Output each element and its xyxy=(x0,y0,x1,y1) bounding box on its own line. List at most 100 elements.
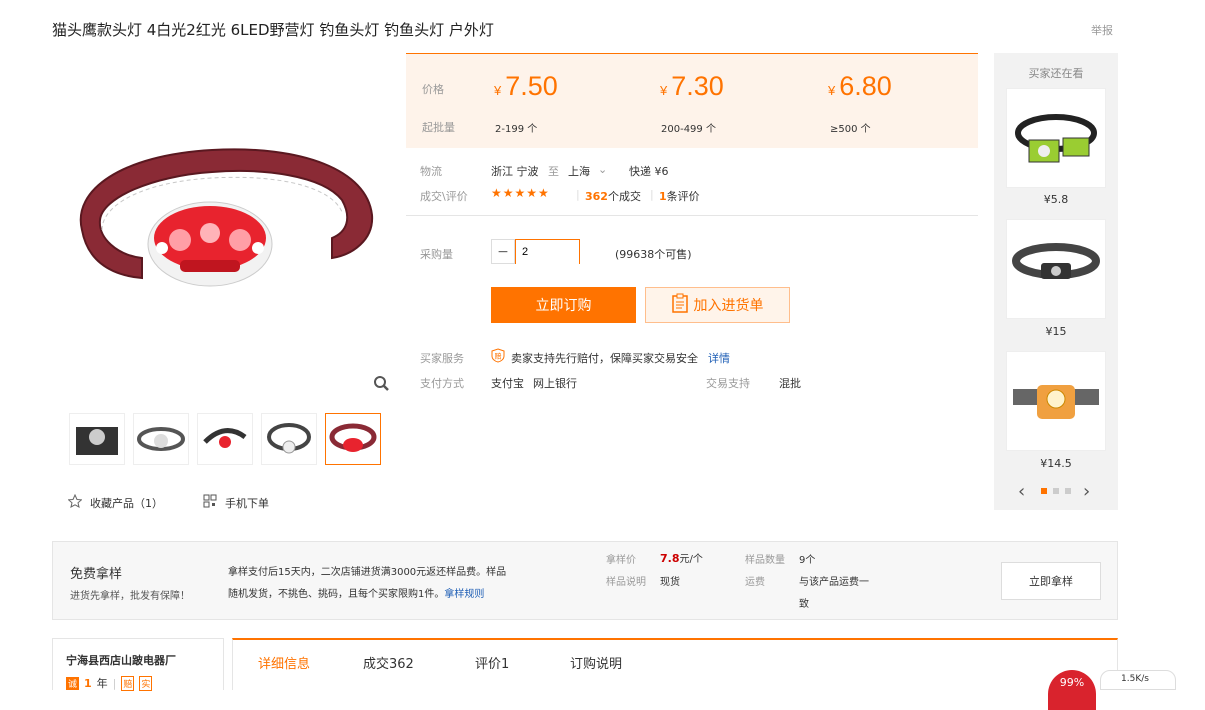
tab-reviews[interactable]: 评价1 xyxy=(475,653,509,672)
thumbnail-2[interactable] xyxy=(133,413,189,465)
price-tier-2: ¥7.30 xyxy=(660,71,724,101)
free-sample-section: 免费拿样 进货先拿样，批发有保障！ 拿样支付后15天内，二次店铺进货满3000元… xyxy=(52,541,1118,620)
review-count[interactable]: 1条评价 xyxy=(659,188,700,204)
sample-fee-value-2: 致 xyxy=(799,599,809,610)
payment-label: 支付方式 xyxy=(420,377,464,390)
sample-qty-label: 样品数量 xyxy=(745,555,785,566)
sample-desc-2: 随机发货，不挑色、挑码，且每个买家限购1件。拿样规则 xyxy=(228,589,485,600)
thumbnail-1[interactable] xyxy=(69,413,125,465)
tab-deals[interactable]: 成交362 xyxy=(363,653,414,672)
moq-label: 起批量 xyxy=(422,121,455,134)
thumbnail-3[interactable] xyxy=(197,413,253,465)
divider-bar-2: | xyxy=(650,188,654,201)
tab-details[interactable]: 详细信息 xyxy=(258,653,310,672)
payment-alipay: 支付宝 xyxy=(491,377,524,390)
detail-tabs: 详细信息 成交362 评价1 订购说明 xyxy=(232,638,1118,690)
service-detail-link[interactable]: 详情 xyxy=(708,350,730,366)
recommend-sidebar: 买家还在看 ¥5.8 ¥15 ¥14.5 ‹ › xyxy=(994,53,1118,510)
deals-count[interactable]: 362个成交 xyxy=(585,188,641,204)
recommend-title: 买家还在看 xyxy=(1028,67,1084,80)
usage-percent: 99% xyxy=(1048,670,1096,710)
rating-stars: ★★★★★ xyxy=(491,186,550,200)
recommend-item-3[interactable] xyxy=(1006,351,1106,451)
sample-desc-1: 拿样支付后15天内，二次店铺进货满3000元返还样品费。样品 xyxy=(228,567,507,578)
favorite-label: 收藏产品（1） xyxy=(90,496,163,510)
recommend-item-1[interactable] xyxy=(1006,88,1106,188)
trade-support-value: 混批 xyxy=(779,377,801,390)
sample-fee-label: 运费 xyxy=(745,577,765,588)
add-to-cart-button[interactable]: 加入进货单 xyxy=(645,287,790,323)
mobile-order-button[interactable]: 手机下单 xyxy=(203,494,269,511)
thumbnail-4[interactable] xyxy=(261,413,317,465)
buyer-service-label: 买家服务 xyxy=(420,352,464,365)
recommend-price-2: ¥15 xyxy=(1045,325,1067,338)
price-tier-3: ¥6.80 xyxy=(828,71,892,101)
shop-name[interactable]: 宁海县西店山跛电器厂 xyxy=(66,652,176,668)
guarantee-badge-icon: 赔 xyxy=(121,675,135,691)
badge-divider: | xyxy=(112,676,117,690)
get-sample-button[interactable]: 立即拿样 xyxy=(1001,562,1101,600)
chevron-right-icon[interactable]: › xyxy=(1083,481,1090,502)
network-speed-widget[interactable]: 99% 1.5K/s xyxy=(1048,670,1178,710)
zoom-icon[interactable] xyxy=(372,374,392,394)
shop-years: 1 xyxy=(84,676,92,690)
buyer-service-text: 卖家支持先行赔付，保障买家交易安全 xyxy=(511,352,698,365)
qrcode-icon xyxy=(203,494,217,511)
chevron-down-icon: ⌄ xyxy=(598,163,608,176)
sample-title: 免费拿样 xyxy=(70,567,123,582)
trust-icon: 诚 xyxy=(66,676,80,690)
sample-subtitle: 进货先拿样，批发有保障！ xyxy=(70,591,190,602)
carousel-dot-1[interactable] xyxy=(1041,488,1047,494)
range-tier-3: ≥500 个 xyxy=(830,124,871,135)
star-icon xyxy=(67,493,83,511)
favorite-button[interactable]: 收藏产品（1） xyxy=(67,493,163,511)
logistics-label: 物流 xyxy=(420,165,442,178)
destination-value: 上海 xyxy=(568,165,590,178)
stock-available: (99638个可售) xyxy=(615,248,692,261)
verified-badge-icon: 实 xyxy=(139,675,153,691)
range-tier-2: 200-499 个 xyxy=(661,124,716,135)
tab-order-notes[interactable]: 订购说明 xyxy=(570,653,622,672)
mobile-order-label: 手机下单 xyxy=(225,496,269,510)
shop-badges: 诚 1 年 | 赔 实 xyxy=(66,675,153,691)
order-now-button[interactable]: 立即订购 xyxy=(491,287,636,323)
recommend-price-1: ¥5.8 xyxy=(1043,193,1069,206)
payment-bank: 网上银行 xyxy=(533,377,577,390)
speed-readout: 1.5K/s xyxy=(1100,670,1176,690)
add-to-cart-label: 加入进货单 xyxy=(693,298,764,314)
clipboard-icon xyxy=(671,293,688,317)
range-tier-1: 2-199 个 xyxy=(495,124,538,135)
sample-price-label: 拿样价 xyxy=(606,555,636,566)
carousel-dot-2[interactable] xyxy=(1053,488,1059,494)
divider-bar: | xyxy=(576,188,580,201)
carousel-dot-3[interactable] xyxy=(1065,488,1071,494)
price-tier-1: ¥7.50 xyxy=(494,71,558,101)
guarantee-icon: 赔 xyxy=(491,348,505,367)
thumbnail-5-active[interactable] xyxy=(325,413,381,465)
product-title: 猫头鹰款头灯 4白光2红光 6LED野营灯 钓鱼头灯 钓鱼头灯 户外灯 xyxy=(52,21,494,39)
destination-select[interactable]: 上海 ⌄ xyxy=(568,163,607,179)
price-label: 价格 xyxy=(422,83,444,96)
logistics-to: 至 xyxy=(548,165,559,178)
reviews-label: 成交\评价 xyxy=(420,190,468,203)
sample-note-value: 现货 xyxy=(660,577,680,588)
thumbnail-strip xyxy=(69,413,381,465)
qty-decrement-button[interactable]: − xyxy=(491,239,515,264)
shop-years-unit: 年 xyxy=(96,677,108,690)
report-link[interactable]: 举报 xyxy=(1091,22,1113,38)
sample-rule-link[interactable]: 拿样规则 xyxy=(444,589,484,600)
logistics-origin: 浙江 宁波 xyxy=(491,165,539,178)
svg-text:赔: 赔 xyxy=(495,352,502,361)
trade-support-label: 交易支持 xyxy=(706,377,750,390)
shop-info: 宁海县西店山跛电器厂 诚 1 年 | 赔 实 xyxy=(52,638,224,691)
qty-label: 采购量 xyxy=(420,248,453,261)
price-panel: 价格 起批量 ¥7.50 ¥7.30 ¥6.80 2-199 个 200-499… xyxy=(406,53,978,148)
qty-input[interactable] xyxy=(515,239,580,264)
recommend-item-2[interactable] xyxy=(1006,219,1106,319)
main-product-image xyxy=(62,120,382,310)
sample-qty-value: 9个 xyxy=(799,555,816,566)
recommend-price-3: ¥14.5 xyxy=(1040,457,1072,470)
chevron-left-icon[interactable]: ‹ xyxy=(1018,481,1025,502)
sample-price: 7.8元/个 xyxy=(660,552,703,565)
shipping-fee: 快递 ¥6 xyxy=(629,165,669,178)
